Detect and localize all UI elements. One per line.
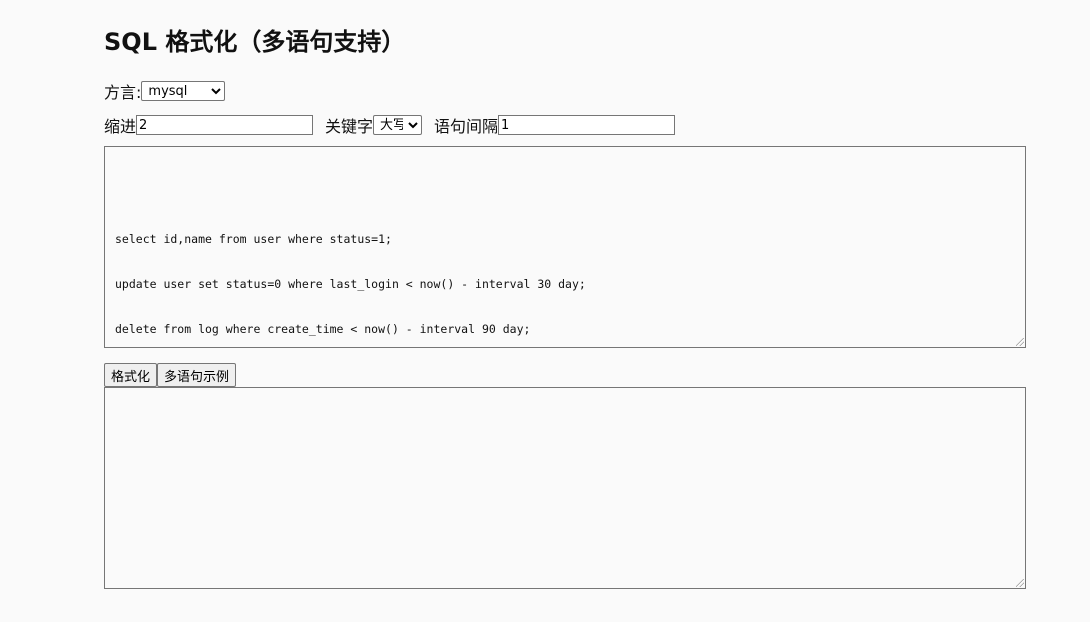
dialect-select[interactable]: mysql [141,81,226,101]
sql-input-textarea[interactable]: select id,name from user where status=1;… [104,146,1026,348]
indent-input[interactable] [136,115,314,135]
multi-statement-example-button[interactable]: 多语句示例 [157,363,237,387]
sql-line: delete from log where create_time < now(… [115,322,531,336]
action-buttons: 格式化 多语句示例 [104,363,237,387]
statement-gap-label: 语句间隔 [434,117,499,136]
sql-output-textarea[interactable] [104,387,1026,589]
resize-grip-icon[interactable] [1016,338,1024,346]
format-button[interactable]: 格式化 [104,363,158,387]
sql-input-content: select id,name from user where status=1;… [115,202,1015,347]
sql-line: update user set status=0 where last_logi… [115,277,586,291]
dialect-label: 方言: [104,83,142,102]
keyword-label: 关键字 [325,117,374,136]
options-row: 缩进 关键字 大写 语句间隔 [104,114,676,136]
dialect-row: 方言: mysql [104,80,226,102]
resize-grip-icon[interactable] [1016,579,1024,587]
keyword-case-select[interactable]: 大写 [373,115,423,135]
statement-gap-input[interactable] [498,115,676,135]
page-title: SQL 格式化（多语句支持） [104,28,406,56]
indent-label: 缩进 [104,117,137,136]
sql-line: select id,name from user where status=1; [115,232,392,246]
